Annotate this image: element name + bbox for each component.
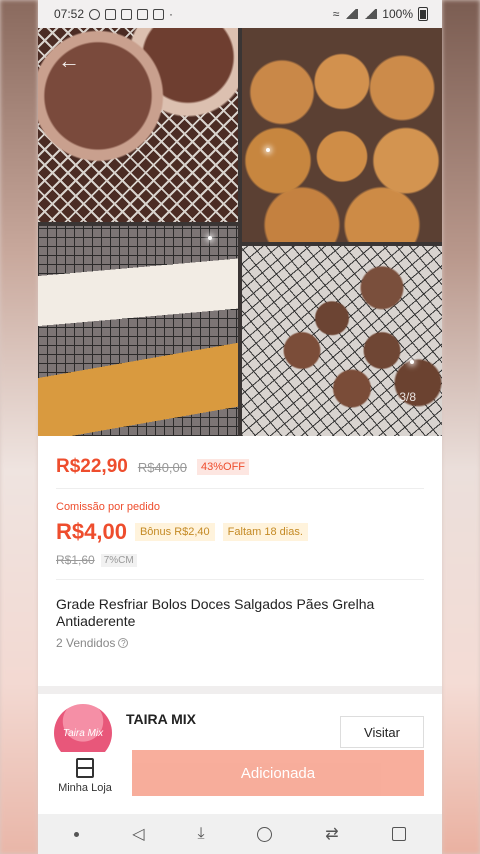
sparkle-decoration xyxy=(410,360,414,364)
shop-avatar-logo-text: Taira Mix xyxy=(62,727,104,739)
more-notifications-icon: · xyxy=(169,7,174,21)
price-row: R$22,90 R$40,00 43%OFF xyxy=(56,436,424,484)
sparkle-decoration xyxy=(208,236,212,240)
wifi-icon: ≈ xyxy=(332,7,340,21)
bonus-badge: Bônus R$2,40 xyxy=(134,523,215,541)
commission-amount: R$4,00 xyxy=(56,519,127,544)
notification-icon xyxy=(105,8,117,20)
my-store-label: Minha Loja xyxy=(58,782,112,794)
my-store-button[interactable]: Minha Loja xyxy=(54,752,116,800)
product-photo-cookies xyxy=(242,246,442,436)
store-icon xyxy=(76,758,94,778)
info-icon[interactable]: ? xyxy=(118,638,129,648)
shop-section: Taira Mix TAIRA MIX Visitar Minha Loja A… xyxy=(38,694,442,814)
nav-switch-icon[interactable]: ⇄ xyxy=(325,824,338,844)
nav-back-icon[interactable]: ◁ xyxy=(132,824,144,844)
product-title: Grade Resfriar Bolos Doces Salgados Pães… xyxy=(56,596,375,629)
added-button[interactable]: Adicionada xyxy=(132,750,424,796)
battery-icon xyxy=(418,7,428,21)
product-photo-lemon-cake xyxy=(38,226,238,436)
sold-count: 2 Vendidos xyxy=(56,636,116,650)
signal-icon xyxy=(344,9,359,19)
shop-name: TAIRA MIX xyxy=(126,711,196,727)
original-price: R$40,00 xyxy=(137,459,187,475)
commission-row: R$4,00 Bônus R$2,40 Faltam 18 dias. xyxy=(56,519,424,545)
commission-percent-badge: 7%CM xyxy=(100,553,137,567)
image-counter: 3/8 xyxy=(399,390,416,404)
nav-dot-icon[interactable] xyxy=(74,831,80,837)
nav-download-icon[interactable]: ⤓ xyxy=(197,825,204,843)
blurred-background-right xyxy=(442,0,480,854)
mail-icon xyxy=(137,8,149,20)
battery-level: 100% xyxy=(382,7,413,21)
divider xyxy=(56,579,424,580)
notification-icon xyxy=(121,8,133,20)
days-left-badge: Faltam 18 dias. xyxy=(222,523,308,541)
back-arrow-icon[interactable]: ← xyxy=(58,48,80,74)
nav-home-icon[interactable] xyxy=(257,826,273,842)
signal-icon xyxy=(363,9,378,19)
visit-shop-button[interactable]: Visitar xyxy=(340,716,424,748)
sparkle-decoration xyxy=(266,148,270,152)
status-bar: 07:52 · ≈ 100% xyxy=(38,0,442,28)
app-screen: 07:52 · ≈ 100% ← 3/8 R$22,90 R$40,00 43%… xyxy=(38,0,442,854)
blurred-background-left xyxy=(0,0,38,854)
product-info-panel: R$22,90 R$40,00 43%OFF Comissão por pedi… xyxy=(38,436,442,686)
commission-label: Comissão por pedido xyxy=(56,501,160,513)
product-photo-bread-rolls xyxy=(242,28,442,242)
divider xyxy=(56,488,424,489)
commission-original: R$1,60 xyxy=(56,553,95,567)
status-time: 07:52 xyxy=(54,7,85,21)
whatsapp-icon xyxy=(89,8,101,20)
section-gap xyxy=(38,686,442,694)
commission-old-row: R$1,60 7%CM xyxy=(56,553,424,567)
sold-count-row: 2 Vendidos ? xyxy=(56,636,424,650)
discount-badge: 43%OFF xyxy=(197,459,250,475)
product-image-gallery[interactable]: ← 3/8 xyxy=(38,28,442,436)
system-navigation-bar: ◁ ⤓ ⇄ xyxy=(38,814,442,854)
nav-recents-icon[interactable] xyxy=(391,827,406,841)
product-price: R$22,90 xyxy=(56,456,128,477)
app-icon xyxy=(153,8,165,20)
